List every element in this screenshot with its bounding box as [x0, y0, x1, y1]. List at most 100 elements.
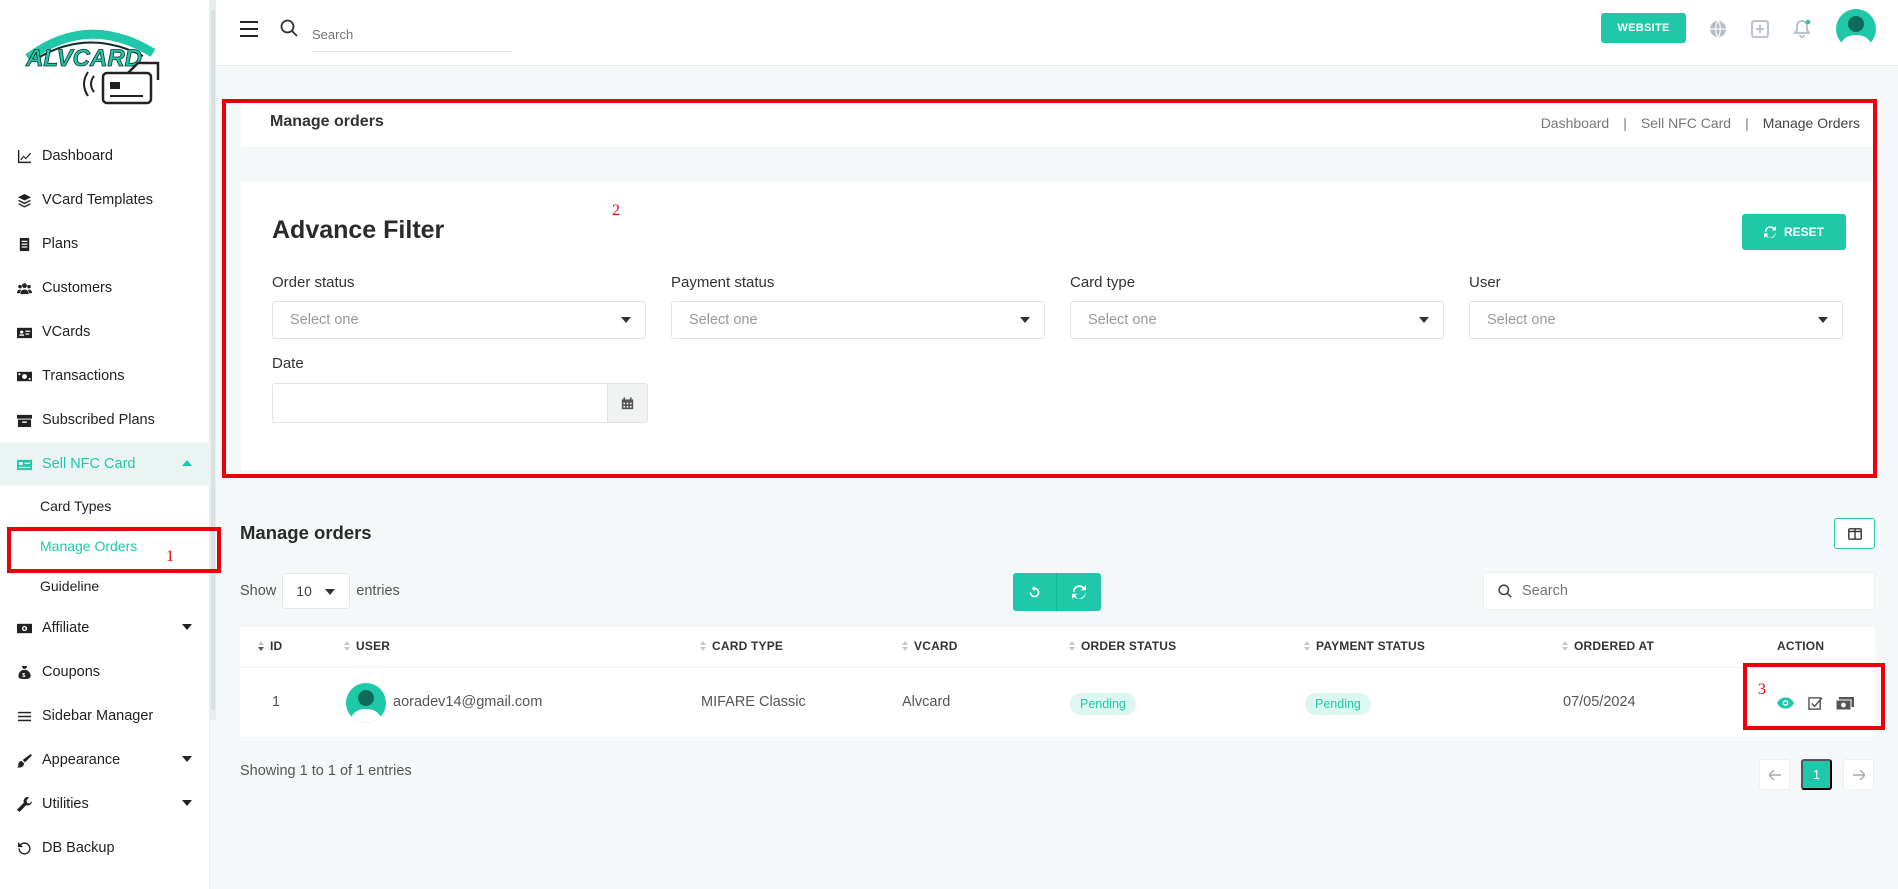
sidebar-item-utilities[interactable]: Utilities [0, 782, 210, 826]
reset-button[interactable]: RESET [1742, 214, 1846, 250]
card-type-select[interactable]: Select one [1070, 301, 1444, 339]
annotation-label-2: 2 [612, 202, 620, 219]
arrow-right-icon [1852, 769, 1865, 780]
brush-icon [16, 752, 32, 768]
column-header-payment-status[interactable]: PAYMENT STATUS [1304, 639, 1425, 653]
table-search-box [1483, 572, 1875, 610]
column-header-user[interactable]: USER [344, 639, 390, 653]
edit-status-checkbox-icon[interactable] [1805, 693, 1825, 713]
user-avatar[interactable] [1836, 9, 1876, 49]
reset-table-button[interactable] [1057, 573, 1101, 611]
top-search-input[interactable] [312, 18, 512, 52]
breadcrumb-separator: | [1745, 115, 1749, 131]
website-button[interactable]: WEBSITE [1601, 13, 1686, 43]
search-icon [280, 19, 298, 37]
coupon-icon: $ [16, 664, 32, 680]
sidebar-item-customers[interactable]: Customers [0, 266, 210, 310]
chart-line-icon [16, 148, 32, 164]
sidebar-subitem-manage-orders[interactable]: Manage Orders [0, 526, 210, 566]
sidebar-item-db-backup[interactable]: DB Backup [0, 826, 210, 870]
payment-money-icon[interactable] [1835, 693, 1855, 713]
sidebar-nav: Dashboard VCard Templates Plans Customer… [0, 134, 210, 870]
sidebar-subitem-card-types[interactable]: Card Types [0, 486, 210, 526]
sidebar: ALVCARD Dashboard VCard Templates Plans … [0, 0, 210, 889]
sidebar-item-sidebar-manager[interactable]: Sidebar Manager [0, 694, 210, 738]
page-header: Manage orders Dashboard | Sell NFC Card … [241, 103, 1874, 147]
calendar-button[interactable] [607, 383, 648, 423]
refresh-icon [1763, 226, 1776, 238]
id-card-icon [16, 324, 32, 340]
table-search-input[interactable] [1522, 583, 1842, 599]
sidebar-item-subscribed-plans[interactable]: Subscribed Plans [0, 398, 210, 442]
table-info: Showing 1 to 1 of 1 entries [240, 763, 412, 779]
breadcrumb-sell-nfc-card[interactable]: Sell NFC Card [1641, 115, 1731, 131]
sidebar-item-transactions[interactable]: Transactions [0, 354, 210, 398]
sidebar-item-vcard-templates[interactable]: VCard Templates [0, 178, 210, 222]
entries-length-control: Show 10 entries [240, 573, 400, 609]
alvcard-logo[interactable]: ALVCARD [18, 18, 178, 113]
sync-icon [1072, 585, 1086, 599]
calendar-icon [621, 396, 634, 409]
breadcrumb-dashboard[interactable]: Dashboard [1541, 115, 1610, 131]
row-user-avatar [346, 683, 386, 723]
view-eye-icon[interactable] [1775, 693, 1795, 713]
column-visibility-button[interactable] [1834, 518, 1875, 549]
sort-icon [1562, 641, 1568, 651]
order-status-select[interactable]: Select one [272, 301, 646, 339]
reload-button[interactable] [1013, 573, 1057, 611]
affiliate-icon [16, 620, 32, 636]
column-header-vcard[interactable]: VCARD [902, 639, 958, 653]
header-divider [240, 667, 1875, 668]
column-header-ordered-at[interactable]: ORDERED AT [1562, 639, 1654, 653]
chevron-down-icon [621, 317, 631, 323]
columns-icon [1847, 527, 1862, 540]
arrow-left-icon [1768, 769, 1781, 780]
sidebar-item-appearance[interactable]: Appearance [0, 738, 210, 782]
annotation-label-3: 3 [1758, 681, 1766, 698]
column-header-action: ACTION [1777, 639, 1825, 653]
sidebar-item-affiliate[interactable]: Affiliate [0, 606, 210, 650]
cell-id: 1 [272, 694, 281, 710]
annotation-label-1: 1 [166, 548, 174, 565]
sidebar-item-dashboard[interactable]: Dashboard [0, 134, 210, 178]
column-header-card-type[interactable]: CARD TYPE [700, 639, 783, 653]
cell-user-email[interactable]: aoradev14@gmail.com [393, 694, 542, 710]
breadcrumb-separator: | [1623, 115, 1627, 131]
user-select[interactable]: Select one [1469, 301, 1843, 339]
entries-select[interactable]: 10 [282, 573, 351, 609]
order-status-badge: Pending [1070, 693, 1136, 715]
column-header-id[interactable]: ID [258, 639, 282, 653]
advance-filter-card: Advance Filter RESET Order status Select… [241, 182, 1874, 470]
sidebar-item-vcards[interactable]: VCards [0, 310, 210, 354]
reload-icon [1029, 585, 1040, 597]
table-refresh-group [1013, 573, 1102, 611]
sidebar-subitem-guideline[interactable]: Guideline [0, 566, 210, 606]
svg-text:ALVCARD: ALVCARD [25, 45, 142, 72]
sort-icon [1304, 641, 1310, 651]
payment-status-select[interactable]: Select one [671, 301, 1045, 339]
sidebar-scrollbar-thumb[interactable] [211, 10, 215, 710]
bell-icon[interactable] [1792, 19, 1812, 39]
column-header-order-status[interactable]: ORDER STATUS [1069, 639, 1176, 653]
add-square-icon[interactable] [1750, 19, 1770, 39]
hamburger-menu-icon[interactable] [240, 21, 258, 37]
date-input[interactable] [272, 383, 608, 423]
pagination-next[interactable] [1843, 759, 1874, 790]
sidebar-item-plans[interactable]: Plans [0, 222, 210, 266]
globe-icon[interactable] [1708, 19, 1728, 39]
sidebar-item-sell-nfc-card[interactable]: Sell NFC Card [0, 442, 210, 486]
cell-card-type: MIFARE Classic [701, 694, 806, 710]
user-label: User [1469, 274, 1501, 291]
pagination-prev[interactable] [1759, 759, 1790, 790]
page-title: Manage orders [270, 113, 384, 130]
sidebar-item-coupons[interactable]: $ Coupons [0, 650, 210, 694]
sort-desc-icon [258, 641, 264, 651]
topbar: WEBSITE [216, 0, 1898, 66]
pagination-page-1[interactable]: 1 [1801, 759, 1832, 790]
card-type-label: Card type [1070, 274, 1136, 291]
sort-icon [902, 641, 908, 651]
cell-vcard: Alvcard [902, 694, 951, 710]
sort-icon [700, 641, 706, 651]
archive-icon [16, 412, 32, 428]
menu-icon [16, 708, 32, 724]
